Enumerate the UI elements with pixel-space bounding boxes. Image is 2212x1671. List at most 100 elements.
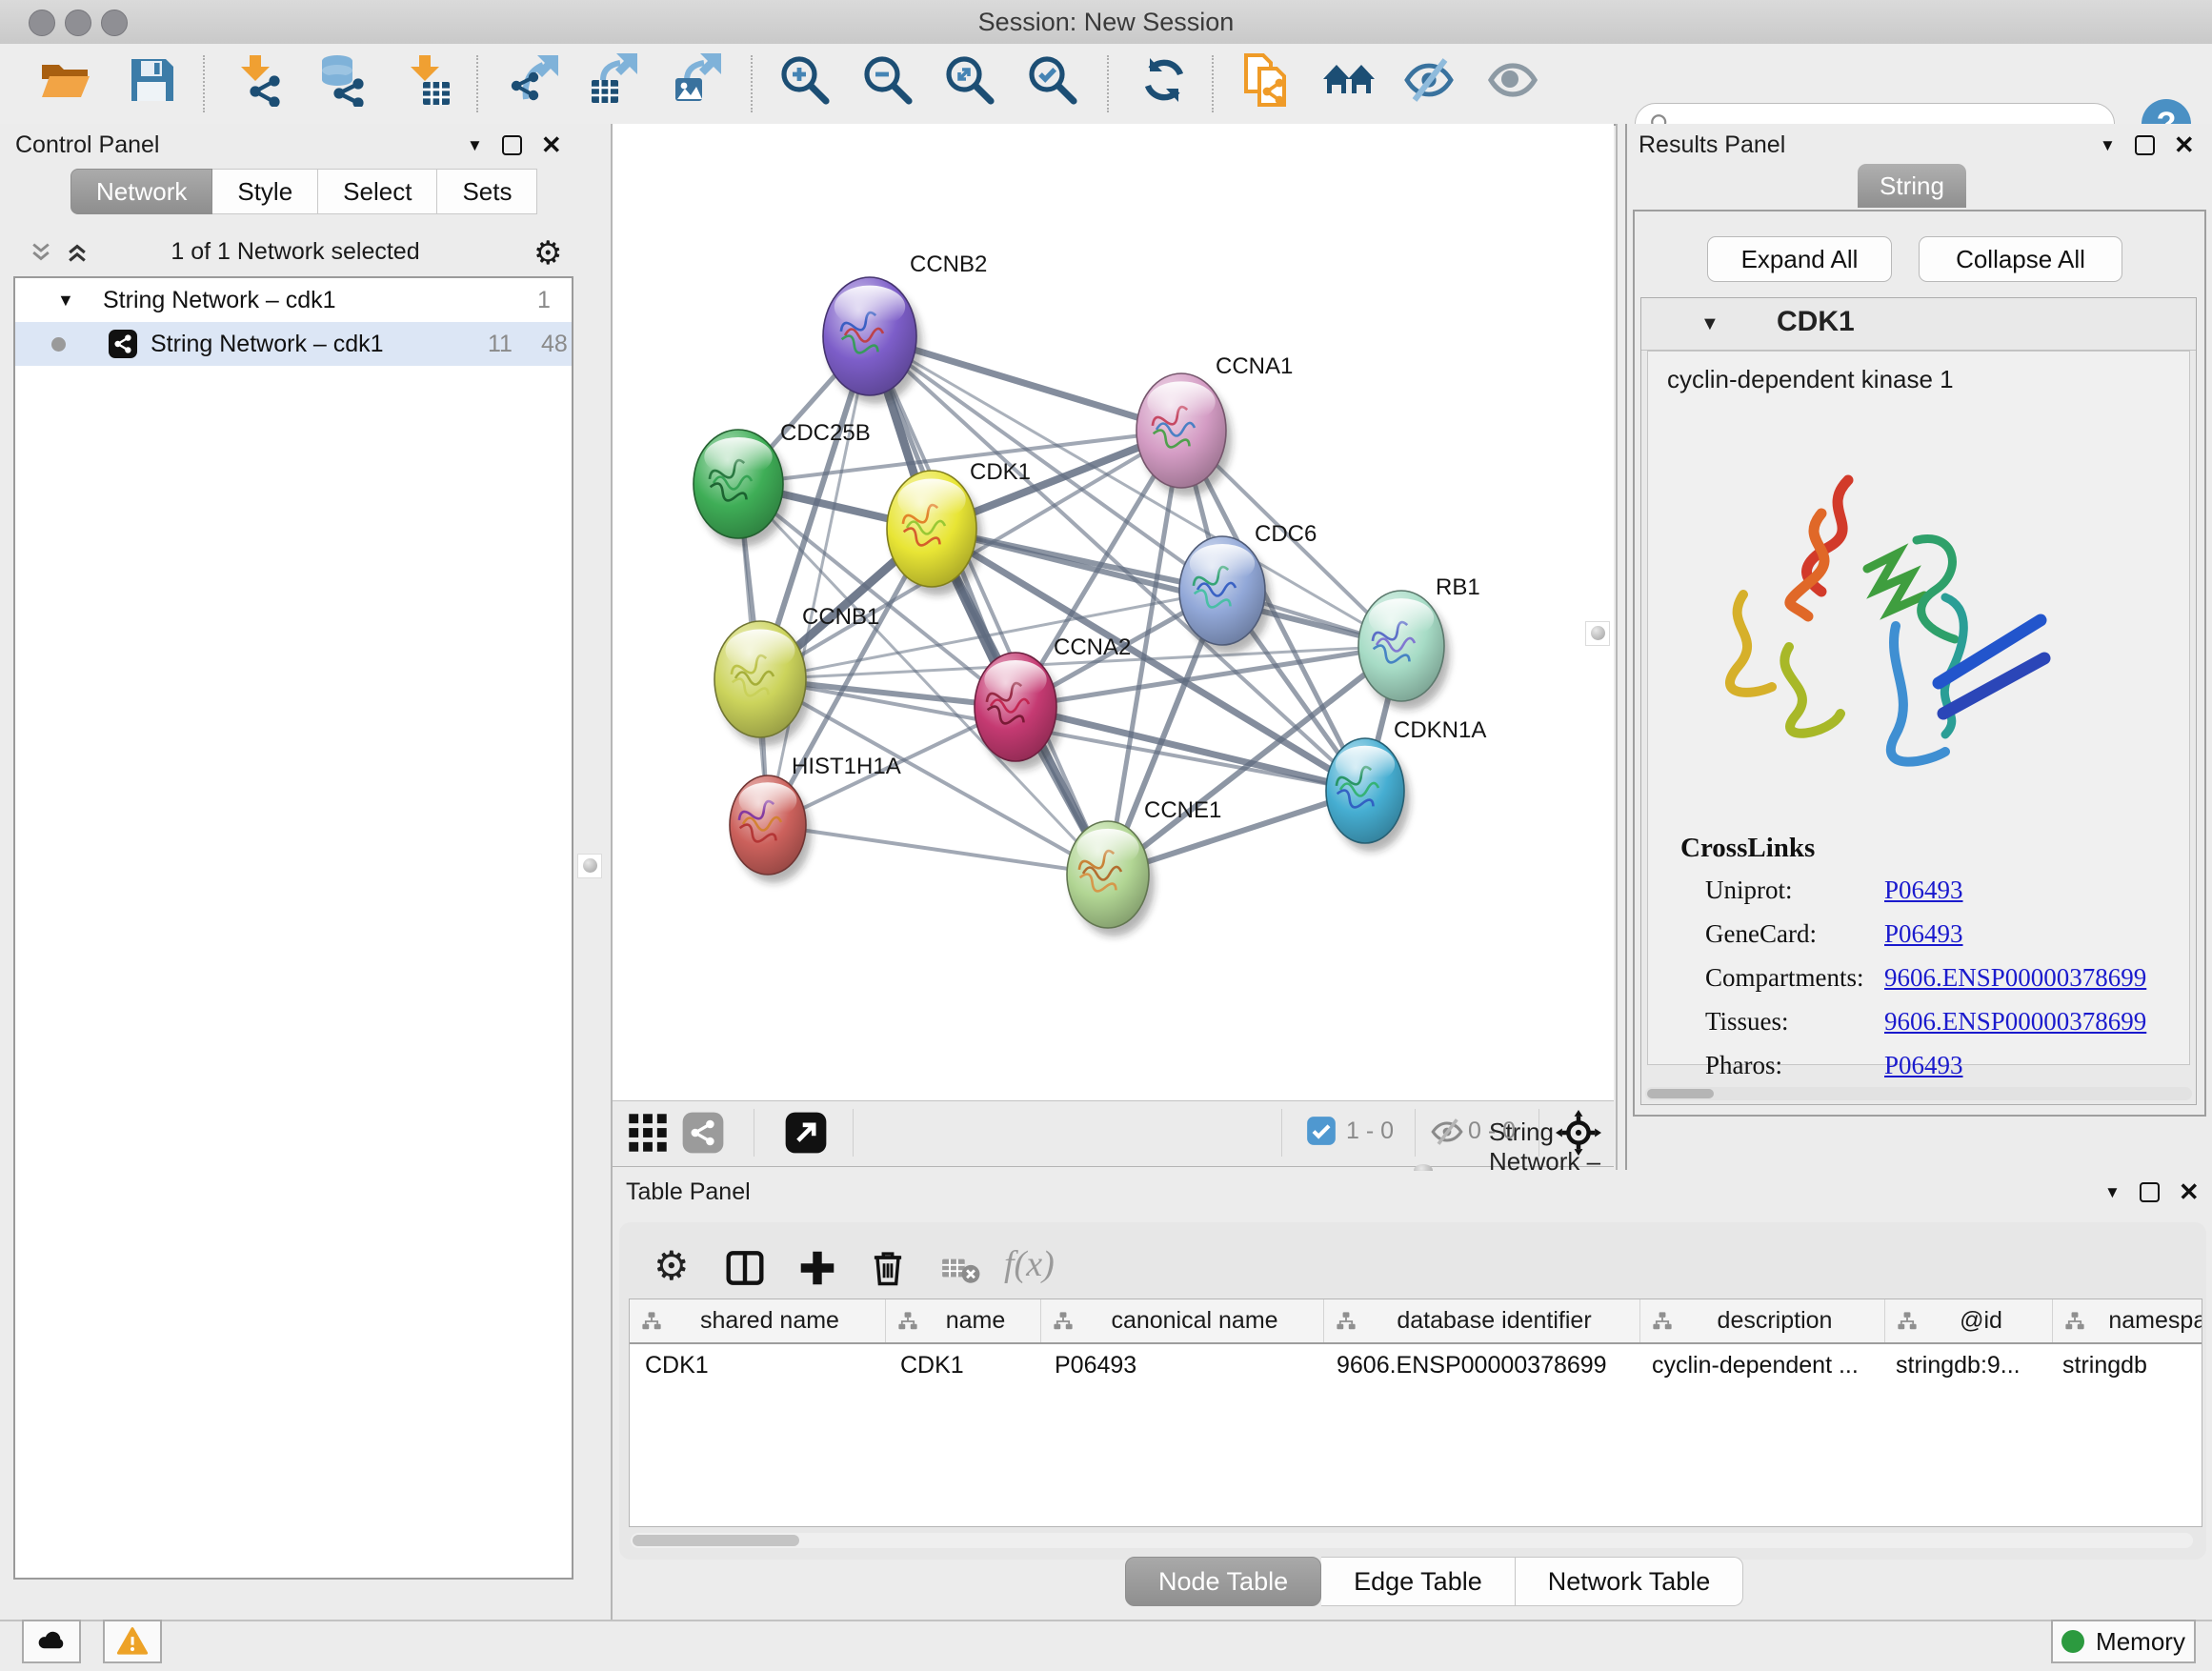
node-CDC6[interactable]: CDC6 xyxy=(1179,521,1317,654)
column-header-database-identifier[interactable]: database identifier xyxy=(1324,1299,1640,1342)
zoom-in-icon[interactable] xyxy=(778,53,832,107)
column-header-shared-name[interactable]: shared name xyxy=(630,1299,886,1342)
function-builder-icon[interactable]: f(x) xyxy=(1004,1243,1055,1285)
collapse-all-button[interactable]: Collapse All xyxy=(1919,236,2122,282)
edge-CCNB2-CCNE1[interactable] xyxy=(870,336,1108,875)
title-bar: Session: New Session xyxy=(0,0,2212,45)
close-panel-icon[interactable]: ✕ xyxy=(2174,137,2195,153)
table-cell[interactable]: stringdb:9... xyxy=(1880,1344,2047,1386)
network-share-icon[interactable] xyxy=(681,1111,725,1159)
table-hscrollbar[interactable] xyxy=(631,1533,2193,1548)
tab-network-table[interactable]: Network Table xyxy=(1516,1557,1744,1606)
export-table-icon[interactable] xyxy=(588,53,641,107)
node-label-HIST1H1A: HIST1H1A xyxy=(792,754,901,779)
node-table: shared namenamecanonical namedatabase id… xyxy=(629,1299,2202,1527)
crosslink-link[interactable]: P06493 xyxy=(1884,919,1963,949)
column-header-@id[interactable]: @id xyxy=(1885,1299,2053,1342)
delete-column-icon[interactable] xyxy=(867,1247,909,1289)
column-header-canonical-name[interactable]: canonical name xyxy=(1041,1299,1324,1342)
panel-splitter-handle[interactable] xyxy=(1585,621,1610,646)
float-panel-icon[interactable] xyxy=(502,135,522,155)
crosslink-link[interactable]: P06493 xyxy=(1884,876,1963,905)
table-cell[interactable]: CDK1 xyxy=(630,1344,885,1386)
crosslink-link[interactable]: 9606.ENSP00000378699 xyxy=(1884,963,2146,993)
zoom-selected-icon[interactable] xyxy=(1026,53,1079,107)
import-network-from-database-icon[interactable] xyxy=(314,53,368,107)
results-hscrollbar[interactable] xyxy=(1645,1087,2192,1100)
table-tabs: Node TableEdge TableNetwork Table xyxy=(1125,1557,1743,1606)
close-panel-icon[interactable]: ✕ xyxy=(541,137,562,153)
selected-checkbox-icon[interactable] xyxy=(1306,1116,1337,1151)
edge-CCNE1-HIST1H1A[interactable] xyxy=(768,825,1108,875)
column-header-name[interactable]: name xyxy=(886,1299,1041,1342)
table-cell[interactable]: CDK1 xyxy=(885,1344,1039,1386)
column-header-namespace[interactable]: namespace xyxy=(2053,1299,2202,1342)
tab-network[interactable]: Network xyxy=(70,169,212,214)
hidden-eye-slash-icon[interactable] xyxy=(1430,1115,1464,1154)
entry-expand-icon[interactable]: ▼ xyxy=(1700,313,1719,335)
network-row-selected[interactable]: String Network – cdk1 11 48 xyxy=(15,322,572,366)
node-CDKN1A[interactable]: CDKN1A xyxy=(1326,717,1486,852)
close-panel-icon[interactable]: ✕ xyxy=(2179,1184,2200,1200)
birds-eye-view-icon[interactable] xyxy=(784,1111,828,1159)
crosslink-link[interactable]: P06493 xyxy=(1884,1051,1963,1080)
node-CCNE1[interactable]: CCNE1 xyxy=(1067,797,1221,936)
add-column-icon[interactable] xyxy=(796,1247,838,1289)
delete-table-icon[interactable] xyxy=(939,1247,981,1289)
clone-network-icon[interactable] xyxy=(1240,53,1294,107)
column-header-description[interactable]: description xyxy=(1640,1299,1885,1342)
crosshair-icon[interactable] xyxy=(1556,1110,1601,1160)
panel-menu-icon[interactable]: ▼ xyxy=(2100,136,2116,155)
network-graph[interactable]: CCNB2CCNA1CDC25BCDK1CDC6RB1CCNB1CCNA2CDK… xyxy=(613,124,1614,1100)
float-panel-icon[interactable] xyxy=(2140,1182,2160,1202)
crosslink-link[interactable]: 9606.ENSP00000378699 xyxy=(1884,1007,2146,1037)
save-session-icon[interactable] xyxy=(126,53,179,107)
table-cell[interactable]: stringdb xyxy=(2047,1344,2202,1386)
network-node-count: 11 xyxy=(488,322,513,366)
tab-select[interactable]: Select xyxy=(318,169,437,214)
import-table-icon[interactable] xyxy=(400,53,453,107)
houses-icon[interactable] xyxy=(1322,53,1376,107)
grid-view-icon[interactable] xyxy=(626,1111,670,1159)
node-CCNB2[interactable]: CCNB2 xyxy=(823,252,987,404)
show-eye-icon[interactable] xyxy=(1486,53,1539,107)
warning-button[interactable] xyxy=(103,1620,162,1663)
import-network-icon[interactable] xyxy=(232,53,286,107)
tab-sets[interactable]: Sets xyxy=(437,169,537,214)
edge-CCNB2-HIST1H1A[interactable] xyxy=(768,336,870,825)
network-collection-row[interactable]: ▼ String Network – cdk1 1 xyxy=(15,278,572,322)
memory-button[interactable]: Memory xyxy=(2051,1620,2196,1663)
tab-style[interactable]: Style xyxy=(212,169,318,214)
zoom-out-icon[interactable] xyxy=(861,53,915,107)
show-columns-icon[interactable] xyxy=(724,1247,766,1289)
node-CDC25B[interactable]: CDC25B xyxy=(694,420,871,547)
refresh-icon[interactable] xyxy=(1137,53,1191,107)
table-cell[interactable]: P06493 xyxy=(1039,1344,1321,1386)
node-HIST1H1A[interactable]: HIST1H1A xyxy=(730,754,901,883)
tab-string[interactable]: String xyxy=(1858,164,1966,208)
network-canvas[interactable]: CCNB2CCNA1CDC25BCDK1CDC6RB1CCNB1CCNA2CDK… xyxy=(613,124,1614,1100)
gear-icon[interactable]: ⚙ xyxy=(533,234,562,272)
panel-splitter-handle[interactable] xyxy=(577,854,602,878)
panel-menu-icon[interactable]: ▼ xyxy=(2104,1183,2121,1202)
node-RB1[interactable]: RB1 xyxy=(1358,574,1480,710)
node-CCNA1[interactable]: CCNA1 xyxy=(1136,353,1293,496)
table-cell[interactable]: cyclin-dependent ... xyxy=(1637,1344,1880,1386)
panel-menu-icon[interactable]: ▼ xyxy=(467,136,483,155)
zoom-fit-icon[interactable] xyxy=(943,53,996,107)
expand-all-button[interactable]: Expand All xyxy=(1707,236,1892,282)
edge-CDK1-RB1[interactable] xyxy=(932,529,1401,646)
float-panel-icon[interactable] xyxy=(2135,135,2155,155)
export-image-icon[interactable] xyxy=(672,53,725,107)
table-cell[interactable]: 9606.ENSP00000378699 xyxy=(1321,1344,1637,1386)
table-row[interactable]: CDK1CDK1P064939606.ENSP00000378699cyclin… xyxy=(630,1344,2202,1386)
cdk1-entry-header[interactable]: ▼ CDK1 xyxy=(1641,298,2196,351)
tab-node-table[interactable]: Node Table xyxy=(1125,1557,1321,1606)
tab-edge-table[interactable]: Edge Table xyxy=(1321,1557,1516,1606)
collection-expand-icon[interactable]: ▼ xyxy=(57,278,74,322)
export-network-icon[interactable] xyxy=(507,53,560,107)
table-gear-icon[interactable]: ⚙ xyxy=(654,1247,695,1289)
cloud-button[interactable] xyxy=(22,1620,81,1663)
open-session-icon[interactable] xyxy=(38,53,91,107)
hide-eye-slash-icon[interactable] xyxy=(1402,53,1456,107)
